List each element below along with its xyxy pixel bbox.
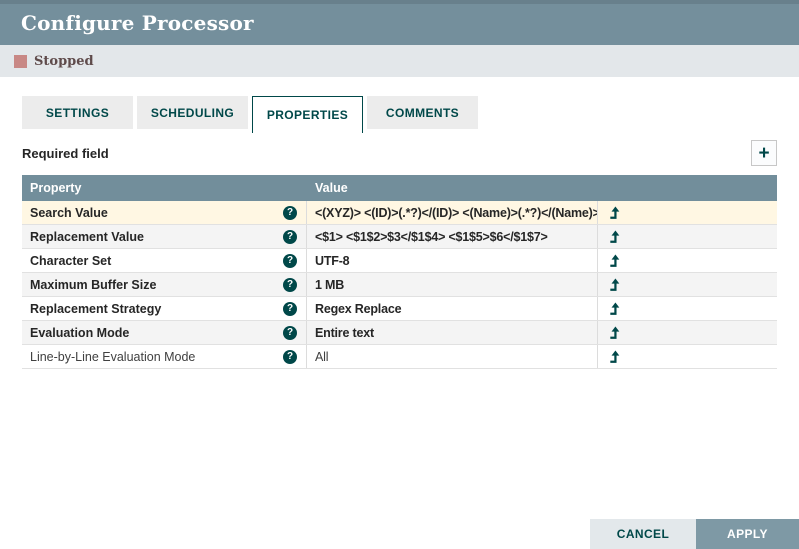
- status-label: Stopped: [34, 54, 94, 69]
- property-name: Line-by-Line Evaluation Mode: [30, 350, 195, 364]
- property-value-cell[interactable]: Entire text: [306, 321, 597, 344]
- dialog-header: Configure Processor: [0, 0, 799, 45]
- arrow-cell: [597, 297, 777, 320]
- property-name: Replacement Strategy: [30, 302, 161, 316]
- arrow-cell: [597, 249, 777, 272]
- property-value: UTF-8: [315, 254, 349, 268]
- property-cell: Maximum Buffer Size ?: [22, 273, 306, 296]
- tab-comments[interactable]: COMMENTS: [367, 96, 478, 129]
- property-name: Character Set: [30, 254, 111, 268]
- tab-bar: SETTINGS SCHEDULING PROPERTIES COMMENTS: [22, 96, 482, 133]
- status-bar: Stopped: [0, 45, 799, 77]
- level-up-arrow-icon[interactable]: [608, 278, 621, 291]
- required-field-row: Required field +: [22, 140, 777, 166]
- property-value-cell[interactable]: Regex Replace: [306, 297, 597, 320]
- table-row: Line-by-Line Evaluation Mode ? All: [22, 345, 777, 369]
- property-cell: Replacement Value ?: [22, 225, 306, 248]
- tab-label: COMMENTS: [386, 106, 459, 120]
- table-row: Evaluation Mode ? Entire text: [22, 321, 777, 345]
- property-value: <$1> <$1$2>$3</$1$4> <$1$5>$6</$1$7>: [315, 230, 548, 244]
- property-cell: Replacement Strategy ?: [22, 297, 306, 320]
- level-up-arrow-icon[interactable]: [608, 350, 621, 363]
- level-up-arrow-icon[interactable]: [608, 302, 621, 315]
- arrow-cell: [597, 321, 777, 344]
- property-value-cell[interactable]: <(XYZ)> <(ID)>(.*?)</(ID)> <(Name)>(.*?)…: [306, 201, 597, 224]
- tab-scheduling[interactable]: SCHEDULING: [137, 96, 248, 129]
- required-field-label: Required field: [22, 146, 109, 161]
- property-value-cell[interactable]: All: [306, 345, 597, 368]
- arrow-cell: [597, 225, 777, 248]
- level-up-arrow-icon[interactable]: [608, 206, 621, 219]
- property-name: Replacement Value: [30, 230, 144, 244]
- properties-table-body: Search Value ? <(XYZ)> <(ID)>(.*?)</(ID)…: [22, 201, 777, 369]
- help-icon[interactable]: ?: [283, 206, 297, 220]
- tab-label: SCHEDULING: [151, 106, 234, 120]
- table-row: Replacement Value ? <$1> <$1$2>$3</$1$4>…: [22, 225, 777, 249]
- properties-table-header: Property Value: [22, 175, 777, 201]
- help-icon[interactable]: ?: [283, 326, 297, 340]
- help-icon[interactable]: ?: [283, 254, 297, 268]
- help-icon[interactable]: ?: [283, 278, 297, 292]
- property-cell: Evaluation Mode ?: [22, 321, 306, 344]
- arrow-cell: [597, 273, 777, 296]
- property-value: 1 MB: [315, 278, 344, 292]
- plus-icon: +: [758, 144, 769, 163]
- help-icon[interactable]: ?: [283, 350, 297, 364]
- property-name: Search Value: [30, 206, 108, 220]
- column-header-property: Property: [22, 181, 306, 195]
- stopped-status-icon: [14, 55, 27, 68]
- help-icon[interactable]: ?: [283, 230, 297, 244]
- tab-properties[interactable]: PROPERTIES: [252, 96, 363, 133]
- property-value-cell[interactable]: 1 MB: [306, 273, 597, 296]
- level-up-arrow-icon[interactable]: [608, 254, 621, 267]
- property-cell: Character Set ?: [22, 249, 306, 272]
- apply-button[interactable]: APPLY: [696, 519, 799, 549]
- property-value-cell[interactable]: <$1> <$1$2>$3</$1$4> <$1$5>$6</$1$7>: [306, 225, 597, 248]
- table-row: Replacement Strategy ? Regex Replace: [22, 297, 777, 321]
- tab-label: SETTINGS: [46, 106, 109, 120]
- add-property-button[interactable]: +: [751, 140, 777, 166]
- property-cell: Line-by-Line Evaluation Mode ?: [22, 345, 306, 368]
- property-name: Evaluation Mode: [30, 326, 129, 340]
- property-name: Maximum Buffer Size: [30, 278, 156, 292]
- arrow-cell: [597, 201, 777, 224]
- level-up-arrow-icon[interactable]: [608, 326, 621, 339]
- column-header-value: Value: [306, 181, 348, 195]
- table-row: Search Value ? <(XYZ)> <(ID)>(.*?)</(ID)…: [22, 201, 777, 225]
- tab-settings[interactable]: SETTINGS: [22, 96, 133, 129]
- level-up-arrow-icon[interactable]: [608, 230, 621, 243]
- cancel-button[interactable]: CANCEL: [590, 519, 696, 549]
- dialog-title: Configure Processor: [21, 11, 254, 35]
- table-row: Character Set ? UTF-8: [22, 249, 777, 273]
- property-value: All: [315, 350, 328, 364]
- help-icon[interactable]: ?: [283, 302, 297, 316]
- property-value: <(XYZ)> <(ID)>(.*?)</(ID)> <(Name)>(.*?)…: [315, 206, 597, 220]
- property-value: Entire text: [315, 326, 374, 340]
- property-cell: Search Value ?: [22, 201, 306, 224]
- configure-processor-dialog: Configure Processor Stopped SETTINGS SCH…: [0, 0, 799, 549]
- properties-table: Property Value Search Value ? <(XYZ)> <(…: [22, 175, 777, 369]
- arrow-cell: [597, 345, 777, 368]
- footer-buttons: CANCEL APPLY: [590, 519, 799, 549]
- property-value-cell[interactable]: UTF-8: [306, 249, 597, 272]
- property-value: Regex Replace: [315, 302, 401, 316]
- tab-label: PROPERTIES: [267, 108, 348, 122]
- table-row: Maximum Buffer Size ? 1 MB: [22, 273, 777, 297]
